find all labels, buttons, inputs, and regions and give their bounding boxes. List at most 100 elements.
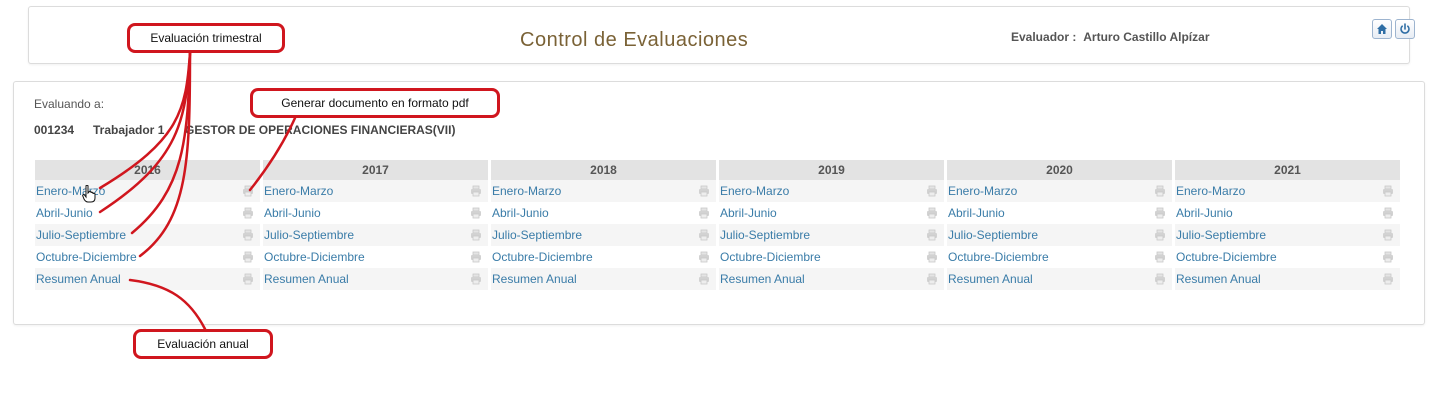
evaluator-name: Arturo Castillo Alpízar: [1083, 30, 1210, 44]
year-column: 2018 Enero-Marzo Abril-Junio Julio-Septiemb…: [491, 160, 716, 290]
period-link[interactable]: Abril-Junio: [948, 202, 1005, 224]
period-row: Abril-Junio: [1175, 202, 1400, 224]
printer-icon[interactable]: [1154, 229, 1166, 241]
period-row: Julio-Septiembre: [491, 224, 716, 246]
period-link[interactable]: Resumen Anual: [492, 268, 577, 290]
period-row: Abril-Junio: [947, 202, 1172, 224]
printer-icon[interactable]: [1382, 185, 1394, 197]
period-link[interactable]: Octubre-Diciembre: [492, 246, 593, 268]
printer-icon[interactable]: [242, 251, 254, 263]
evaluator-info: Evaluador : Arturo Castillo Alpízar: [1011, 30, 1213, 44]
period-link[interactable]: Julio-Septiembre: [948, 224, 1038, 246]
period-link[interactable]: Octubre-Diciembre: [720, 246, 821, 268]
year-column: 2021 Enero-Marzo Abril-Junio Julio-Septiemb…: [1175, 160, 1400, 290]
period-link[interactable]: Resumen Anual: [948, 268, 1033, 290]
printer-icon[interactable]: [1382, 251, 1394, 263]
period-link[interactable]: Abril-Junio: [720, 202, 777, 224]
period-row: Octubre-Diciembre: [491, 246, 716, 268]
printer-icon[interactable]: [470, 185, 482, 197]
printer-icon[interactable]: [698, 251, 710, 263]
printer-icon[interactable]: [1382, 273, 1394, 285]
period-link[interactable]: Resumen Anual: [264, 268, 349, 290]
period-link[interactable]: Abril-Junio: [264, 202, 321, 224]
page-title: Control de Evaluaciones: [520, 29, 749, 51]
period-link[interactable]: Resumen Anual: [36, 268, 121, 290]
year-column: 2020 Enero-Marzo Abril-Junio Julio-Septiemb…: [947, 160, 1172, 290]
period-row: Octubre-Diciembre: [35, 246, 260, 268]
home-button[interactable]: [1372, 19, 1392, 39]
period-row: Octubre-Diciembre: [263, 246, 488, 268]
printer-icon[interactable]: [698, 185, 710, 197]
printer-icon[interactable]: [470, 273, 482, 285]
period-row: Resumen Anual: [35, 268, 260, 290]
printer-icon[interactable]: [242, 229, 254, 241]
period-link[interactable]: Enero-Marzo: [492, 180, 561, 202]
period-link[interactable]: Octubre-Diciembre: [1176, 246, 1277, 268]
period-row: Resumen Anual: [263, 268, 488, 290]
period-link[interactable]: Julio-Septiembre: [1176, 224, 1266, 246]
year-column: 2016 Enero-Marzo Abril-Junio Julio-Septiemb…: [35, 160, 260, 290]
period-link[interactable]: Octubre-Diciembre: [948, 246, 1049, 268]
worker-id: 001234: [34, 123, 75, 137]
period-row: Octubre-Diciembre: [719, 246, 944, 268]
logout-button[interactable]: [1395, 19, 1415, 39]
period-row: Abril-Junio: [491, 202, 716, 224]
period-row: Julio-Septiembre: [263, 224, 488, 246]
printer-icon[interactable]: [698, 229, 710, 241]
year-column: 2017 Enero-Marzo Abril-Junio Julio-Septiemb…: [263, 160, 488, 290]
year-header: 2019: [719, 160, 944, 180]
period-link[interactable]: Abril-Junio: [1176, 202, 1233, 224]
printer-icon[interactable]: [242, 207, 254, 219]
period-row: Abril-Junio: [35, 202, 260, 224]
period-link[interactable]: Enero-Marzo: [264, 180, 333, 202]
period-link[interactable]: Octubre-Diciembre: [264, 246, 365, 268]
period-link[interactable]: Julio-Septiembre: [264, 224, 354, 246]
printer-icon[interactable]: [1154, 185, 1166, 197]
callout-pdf: Generar documento en formato pdf: [250, 88, 500, 118]
period-row: Enero-Marzo: [1175, 180, 1400, 202]
printer-icon[interactable]: [242, 185, 254, 197]
evaluating-label: Evaluando a:: [34, 97, 105, 111]
callout-annual: Evaluación anual: [133, 329, 273, 359]
period-row: Enero-Marzo: [947, 180, 1172, 202]
printer-icon[interactable]: [926, 273, 938, 285]
year-header: 2021: [1175, 160, 1400, 180]
printer-icon[interactable]: [926, 251, 938, 263]
period-link[interactable]: Enero-Marzo: [1176, 180, 1245, 202]
period-link[interactable]: Julio-Septiembre: [36, 224, 126, 246]
printer-icon[interactable]: [1382, 229, 1394, 241]
period-row: Enero-Marzo: [263, 180, 488, 202]
printer-icon[interactable]: [1154, 273, 1166, 285]
evaluator-label: Evaluador :: [1011, 30, 1077, 44]
period-row: Julio-Septiembre: [947, 224, 1172, 246]
printer-icon[interactable]: [470, 251, 482, 263]
period-row: Resumen Anual: [719, 268, 944, 290]
printer-icon[interactable]: [698, 273, 710, 285]
period-link[interactable]: Resumen Anual: [1176, 268, 1261, 290]
period-row: Abril-Junio: [263, 202, 488, 224]
printer-icon[interactable]: [470, 207, 482, 219]
period-row: Julio-Septiembre: [719, 224, 944, 246]
printer-icon[interactable]: [926, 185, 938, 197]
printer-icon[interactable]: [1154, 251, 1166, 263]
period-row: Resumen Anual: [947, 268, 1172, 290]
printer-icon[interactable]: [1382, 207, 1394, 219]
printer-icon[interactable]: [698, 207, 710, 219]
period-link[interactable]: Enero-Marzo: [720, 180, 789, 202]
period-link[interactable]: Octubre-Diciembre: [36, 246, 137, 268]
hand-cursor-icon: [82, 185, 96, 203]
period-link[interactable]: Abril-Junio: [492, 202, 549, 224]
period-link[interactable]: Abril-Junio: [36, 202, 93, 224]
period-link[interactable]: Julio-Septiembre: [492, 224, 582, 246]
period-row: Julio-Septiembre: [35, 224, 260, 246]
period-link[interactable]: Resumen Anual: [720, 268, 805, 290]
printer-icon[interactable]: [470, 229, 482, 241]
year-header: 2018: [491, 160, 716, 180]
printer-icon[interactable]: [1154, 207, 1166, 219]
period-link[interactable]: Enero-Marzo: [948, 180, 1017, 202]
period-row: Enero-Marzo: [491, 180, 716, 202]
printer-icon[interactable]: [926, 229, 938, 241]
printer-icon[interactable]: [926, 207, 938, 219]
period-link[interactable]: Julio-Septiembre: [720, 224, 810, 246]
printer-icon[interactable]: [242, 273, 254, 285]
